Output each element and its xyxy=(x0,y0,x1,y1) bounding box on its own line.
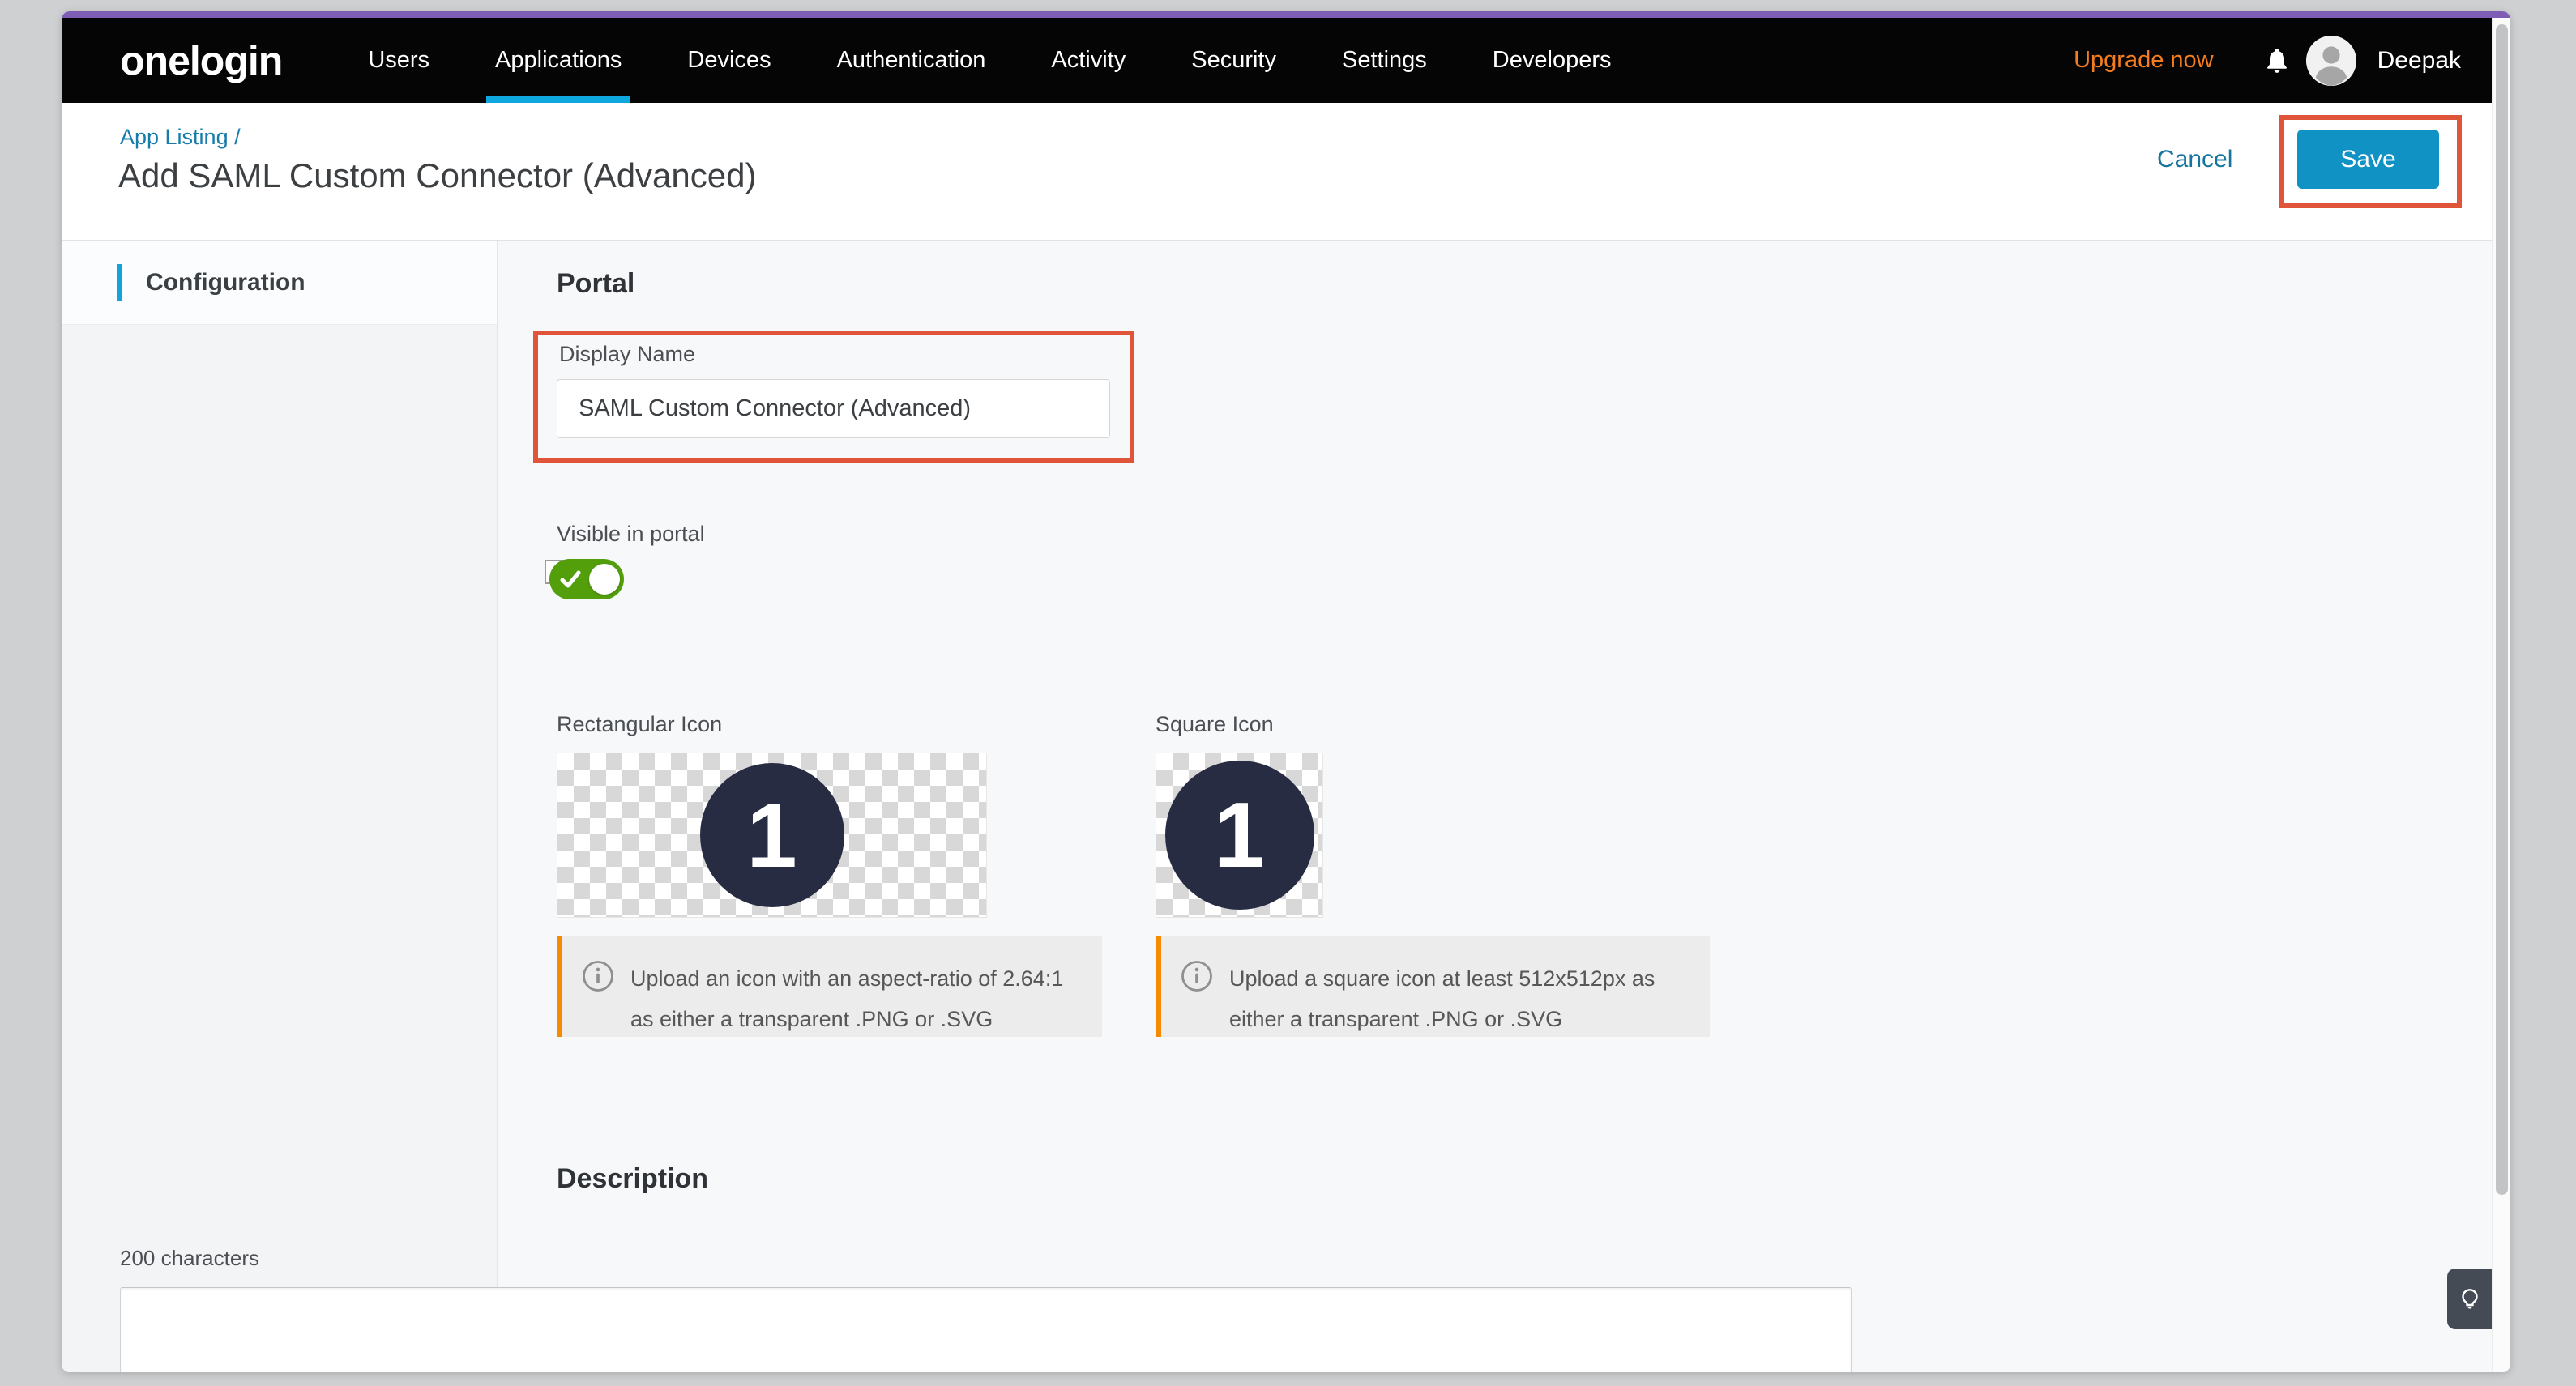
description-section-heading: Description xyxy=(557,1163,708,1195)
onelogin-logo: onelogin xyxy=(120,41,282,81)
onelogin-number-one-icon: 1 xyxy=(700,763,844,907)
rectangular-icon-info-box: Upload an icon with an aspect-ratio of 2… xyxy=(557,936,1102,1037)
nav-item-settings[interactable]: Settings xyxy=(1342,18,1427,103)
rectangular-icon-upload[interactable]: 1 xyxy=(557,753,987,918)
page-header: App Listing / Add SAML Custom Connector … xyxy=(62,103,2492,241)
check-icon xyxy=(560,569,581,589)
square-icon-info-box: Upload a square icon at least 512x512px … xyxy=(1156,936,1710,1037)
nav-right-group: Upgrade now Deepak xyxy=(2074,36,2461,86)
toggle-knob xyxy=(589,564,620,595)
visible-in-portal-label: Visible in portal xyxy=(557,522,705,547)
page-title: Add SAML Custom Connector (Advanced) xyxy=(118,156,756,195)
primary-nav: Users Applications Devices Authenticatio… xyxy=(368,18,1677,103)
nav-item-authentication[interactable]: Authentication xyxy=(837,18,986,103)
info-icon xyxy=(1181,960,1213,992)
active-indicator-bar xyxy=(117,264,122,301)
upgrade-now-link[interactable]: Upgrade now xyxy=(2074,47,2214,74)
lightbulb-icon xyxy=(2457,1283,2483,1316)
nav-item-devices[interactable]: Devices xyxy=(687,18,771,103)
square-icon-upload[interactable]: 1 xyxy=(1156,753,1323,918)
description-textarea[interactable] xyxy=(120,1287,1852,1372)
display-name-label: Display Name xyxy=(559,342,695,367)
square-icon-label: Square Icon xyxy=(1156,712,1274,737)
nav-item-applications[interactable]: Applications xyxy=(495,18,622,103)
info-icon xyxy=(582,960,614,992)
sidebar: Configuration xyxy=(62,241,498,1372)
help-lightbulb-button[interactable] xyxy=(2447,1269,2492,1329)
nav-item-developers[interactable]: Developers xyxy=(1493,18,1612,103)
save-button[interactable]: Save xyxy=(2297,130,2439,189)
toggle-pill xyxy=(549,559,624,599)
square-icon-info-text: Upload a square icon at least 512x512px … xyxy=(1229,958,1685,1039)
browser-page: onelogin Users Applications Devices Auth… xyxy=(62,11,2510,1372)
top-navbar: onelogin Users Applications Devices Auth… xyxy=(62,18,2492,103)
rectangular-icon-info-text: Upload an icon with an aspect-ratio of 2… xyxy=(630,958,1068,1039)
nav-item-users[interactable]: Users xyxy=(368,18,429,103)
onelogin-number-one-icon: 1 xyxy=(1165,761,1314,910)
nav-item-activity[interactable]: Activity xyxy=(1051,18,1126,103)
rectangular-icon-label: Rectangular Icon xyxy=(557,712,722,737)
display-name-input[interactable] xyxy=(557,379,1110,438)
portal-section-heading: Portal xyxy=(557,268,634,300)
nav-item-security[interactable]: Security xyxy=(1191,18,1276,103)
scrollbar-thumb[interactable] xyxy=(2496,24,2508,1195)
breadcrumb[interactable]: App Listing / xyxy=(120,125,241,150)
user-name-menu[interactable]: Deepak xyxy=(2377,47,2461,75)
notifications-bell-icon[interactable] xyxy=(2262,45,2292,77)
user-avatar[interactable] xyxy=(2306,36,2356,86)
sidebar-item-label: Configuration xyxy=(146,269,305,296)
visible-in-portal-toggle[interactable] xyxy=(545,559,626,601)
description-character-counter: 200 characters xyxy=(120,1246,259,1271)
window-top-accent-strip xyxy=(62,11,2510,18)
page-body: Configuration Portal Display Name Visibl… xyxy=(62,241,2492,1372)
sidebar-item-configuration[interactable]: Configuration xyxy=(62,241,497,325)
cancel-button[interactable]: Cancel xyxy=(2157,146,2232,173)
scrollbar-track xyxy=(2492,18,2510,1372)
